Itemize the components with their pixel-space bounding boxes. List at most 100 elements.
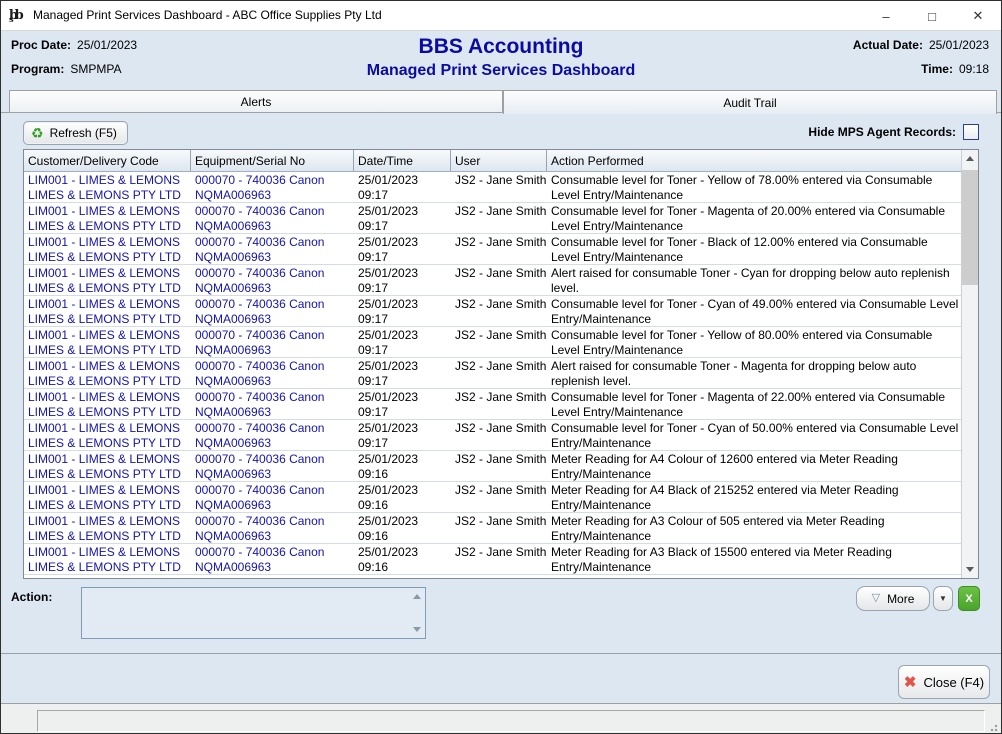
more-label: More	[887, 592, 914, 606]
vertical-scrollbar[interactable]	[961, 150, 978, 578]
cell-action: Consumable level for Toner - Yellow of 8…	[551, 328, 959, 358]
hide-mps-label: Hide MPS Agent Records:	[808, 125, 956, 139]
table-row[interactable]: LIM001 - LIMES & LEMONSLIMES & LEMONS PT…	[24, 265, 962, 296]
cell-action: Consumable level for Toner - Cyan of 49.…	[551, 297, 959, 327]
cell-user: JS2 - Jane Smith	[455, 235, 549, 250]
cell-datetime: 25/01/202309:17	[358, 266, 450, 296]
minimize-icon: –	[882, 9, 889, 24]
cell-equipment: 000070 - 740036 CanonNQMA006963	[195, 421, 353, 451]
scroll-down-icon[interactable]	[962, 561, 978, 578]
column-header-user[interactable]: User	[451, 150, 547, 171]
export-excel-button[interactable]: X	[958, 586, 980, 611]
table-row[interactable]: LIM001 - LIMES & LEMONSLIMES & LEMONS PT…	[24, 482, 962, 513]
cell-user: JS2 - Jane Smith	[455, 173, 549, 188]
cell-datetime: 25/01/202309:17	[358, 328, 450, 358]
cell-datetime: 25/01/202309:16	[358, 514, 450, 544]
app-window: bsb Managed Print Services Dashboard - A…	[0, 0, 1002, 734]
table-row[interactable]: LIM001 - LIMES & LEMONSLIMES & LEMONS PT…	[24, 451, 962, 482]
cell-customer: LIM001 - LIMES & LEMONSLIMES & LEMONS PT…	[28, 266, 190, 296]
table-row[interactable]: LIM001 - LIMES & LEMONSLIMES & LEMONS PT…	[24, 234, 962, 265]
cell-datetime: 25/01/202309:16	[358, 545, 450, 575]
cell-datetime: 25/01/202309:17	[358, 235, 450, 265]
table-row[interactable]: LIM001 - LIMES & LEMONSLIMES & LEMONS PT…	[24, 575, 962, 578]
window-title: Managed Print Services Dashboard - ABC O…	[33, 8, 382, 22]
close-window-button[interactable]: ✕	[955, 1, 1001, 31]
table-header-row: Customer/Delivery Code Equipment/Serial …	[24, 150, 962, 172]
cell-customer: LIM001 - LIMES & LEMONSLIMES & LEMONS PT…	[28, 390, 190, 420]
action-scroll-up-icon[interactable]	[413, 594, 421, 599]
table-row[interactable]: LIM001 - LIMES & LEMONSLIMES & LEMONS PT…	[24, 296, 962, 327]
cell-customer: LIM001 - LIMES & LEMONSLIMES & LEMONS PT…	[28, 514, 190, 544]
cell-action: Meter Reading for A3 Black of 15500 ente…	[551, 545, 959, 575]
cell-user: JS2 - Jane Smith	[455, 576, 549, 578]
actual-date-label: Actual Date:	[853, 38, 923, 52]
tab-alerts[interactable]: Alerts	[9, 90, 503, 113]
cell-datetime: 25/01/202309:16	[358, 452, 450, 482]
cell-equipment: 000070 - 740036 CanonNQMA006963	[195, 266, 353, 296]
table-row[interactable]: LIM001 - LIMES & LEMONSLIMES & LEMONS PT…	[24, 327, 962, 358]
table-row[interactable]: LIM001 - LIMES & LEMONSLIMES & LEMONS PT…	[24, 203, 962, 234]
hide-mps-group: Hide MPS Agent Records:	[808, 124, 979, 140]
cell-customer: LIM001 - LIMES & LEMONSLIMES & LEMONS PT…	[28, 452, 190, 482]
cell-user: JS2 - Jane Smith	[455, 204, 549, 219]
more-dropdown-button[interactable]: ▼	[933, 586, 953, 611]
action-textarea[interactable]	[81, 587, 426, 639]
refresh-label: Refresh (F5)	[50, 126, 117, 140]
table-row[interactable]: LIM001 - LIMES & LEMONSLIMES & LEMONS PT…	[24, 420, 962, 451]
resize-grip-icon[interactable]	[988, 722, 998, 732]
table-row[interactable]: LIM001 - LIMES & LEMONSLIMES & LEMONS PT…	[24, 389, 962, 420]
more-triangle-icon: ▽	[872, 593, 880, 604]
cell-customer: LIM001 - LIMES & LEMONSLIMES & LEMONS PT…	[28, 576, 190, 578]
table-row[interactable]: LIM001 - LIMES & LEMONSLIMES & LEMONS PT…	[24, 358, 962, 389]
table-row[interactable]: LIM001 - LIMES & LEMONSLIMES & LEMONS PT…	[24, 172, 962, 203]
table-row[interactable]: LIM001 - LIMES & LEMONSLIMES & LEMONS PT…	[24, 544, 962, 575]
cell-action: Meter Reading for A4 Colour of 12600 ent…	[551, 452, 959, 482]
column-header-action[interactable]: Action Performed	[547, 150, 962, 171]
refresh-button[interactable]: ♻ Refresh (F5)	[23, 121, 128, 145]
table-row[interactable]: LIM001 - LIMES & LEMONSLIMES & LEMONS PT…	[24, 513, 962, 544]
cell-action: Alert raised for consumable Toner - Blac…	[551, 576, 959, 578]
hide-mps-checkbox[interactable]	[963, 124, 979, 140]
refresh-icon: ♻	[31, 126, 44, 140]
column-header-customer[interactable]: Customer/Delivery Code	[24, 150, 191, 171]
cell-equipment: 000070 - 740036 CanonNQMA006963	[195, 328, 353, 358]
cell-user: JS2 - Jane Smith	[455, 297, 549, 312]
cell-action: Meter Reading for A3 Colour of 505 enter…	[551, 514, 959, 544]
cell-equipment: 000070 - 740036 CanonNQMA006963	[195, 483, 353, 513]
cell-customer: LIM001 - LIMES & LEMONSLIMES & LEMONS PT…	[28, 421, 190, 451]
close-label: Close (F4)	[923, 675, 984, 690]
cell-user: JS2 - Jane Smith	[455, 452, 549, 467]
column-header-equipment[interactable]: Equipment/Serial No	[191, 150, 354, 171]
minimize-button[interactable]: –	[863, 1, 909, 31]
maximize-button[interactable]: □	[909, 1, 955, 31]
cell-customer: LIM001 - LIMES & LEMONSLIMES & LEMONS PT…	[28, 483, 190, 513]
cell-action: Consumable level for Toner - Magenta of …	[551, 204, 959, 234]
audit-trail-table: Customer/Delivery Code Equipment/Serial …	[23, 149, 979, 579]
more-button[interactable]: ▽ More	[856, 586, 930, 611]
cell-equipment: 000070 - 740036 CanonNQMA006963	[195, 576, 353, 578]
tab-audit-trail[interactable]: Audit Trail	[503, 90, 997, 114]
status-panel	[37, 710, 985, 732]
cell-user: JS2 - Jane Smith	[455, 483, 549, 498]
cell-datetime: 25/01/202309:17	[358, 173, 450, 203]
scroll-up-icon[interactable]	[962, 150, 978, 167]
column-header-datetime[interactable]: Date/Time	[354, 150, 451, 171]
cell-action: Alert raised for consumable Toner - Cyan…	[551, 266, 959, 296]
cell-user: JS2 - Jane Smith	[455, 421, 549, 436]
cell-customer: LIM001 - LIMES & LEMONSLIMES & LEMONS PT…	[28, 173, 190, 203]
close-icon: ✕	[973, 8, 984, 24]
close-x-icon: ✖	[904, 675, 917, 690]
header-band: Proc Date:25/01/2023 Program:SMPMPA BBS …	[1, 32, 1001, 89]
close-button[interactable]: ✖ Close (F4)	[898, 665, 990, 699]
cell-customer: LIM001 - LIMES & LEMONSLIMES & LEMONS PT…	[28, 545, 190, 575]
actual-date-value: 25/01/2023	[929, 38, 989, 52]
cell-datetime: 25/01/202309:16	[358, 576, 450, 578]
cell-user: JS2 - Jane Smith	[455, 514, 549, 529]
cell-user: JS2 - Jane Smith	[455, 390, 549, 405]
page-title: Managed Print Services Dashboard	[1, 60, 1001, 82]
cell-equipment: 000070 - 740036 CanonNQMA006963	[195, 297, 353, 327]
scrollbar-thumb[interactable]	[962, 170, 978, 285]
action-scroll-down-icon[interactable]	[413, 627, 421, 632]
cell-customer: LIM001 - LIMES & LEMONSLIMES & LEMONS PT…	[28, 235, 190, 265]
cell-equipment: 000070 - 740036 CanonNQMA006963	[195, 204, 353, 234]
